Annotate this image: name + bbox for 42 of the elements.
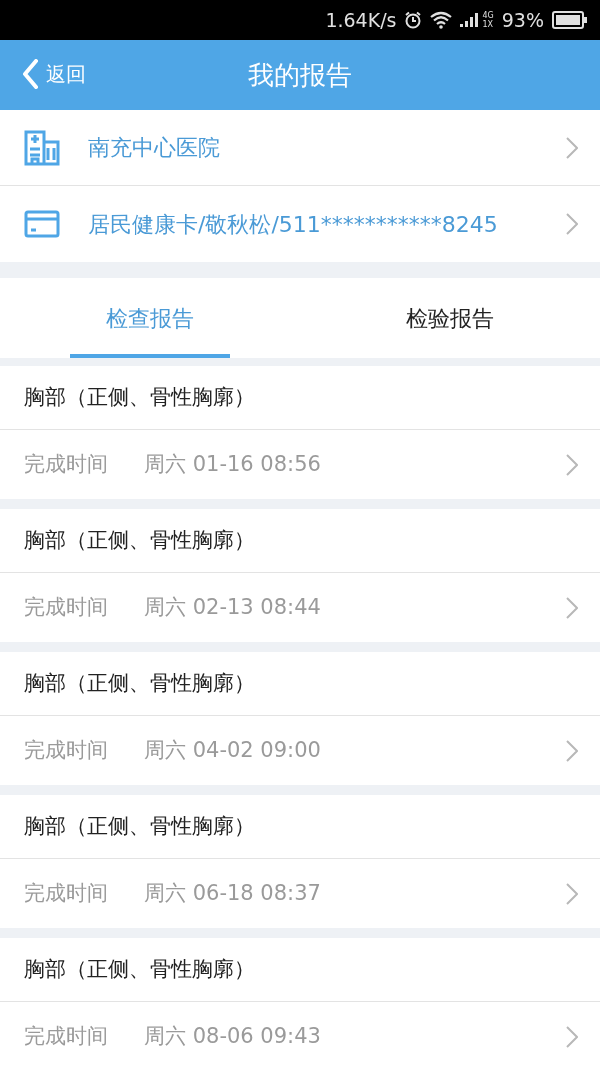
report-card[interactable]: 胸部（正侧、骨性胸廓） 完成时间 周六 08-06 09:43 — [0, 938, 600, 1067]
page-title: 我的报告 — [248, 58, 352, 92]
network-speed: 1.64K/s — [325, 7, 397, 33]
network-type: 4G — [482, 11, 494, 20]
chevron-right-icon — [566, 882, 578, 905]
chevron-right-icon — [566, 739, 578, 762]
battery-percent: 93% — [501, 7, 544, 33]
signal-icon — [460, 11, 481, 29]
hospital-icon — [24, 129, 60, 166]
chevron-right-icon — [566, 136, 578, 159]
chevron-right-icon — [566, 1025, 578, 1048]
completion-time: 周六 04-02 09:00 — [144, 736, 322, 764]
report-title: 胸部（正侧、骨性胸廓） — [24, 812, 255, 840]
completion-time: 周六 08-06 09:43 — [144, 1022, 322, 1050]
report-title: 胸部（正侧、骨性胸廓） — [24, 669, 255, 697]
report-title: 胸部（正侧、骨性胸廓） — [24, 526, 255, 554]
chevron-right-icon — [566, 596, 578, 619]
completion-time: 周六 02-13 08:44 — [144, 593, 322, 621]
time-label: 完成时间 — [24, 736, 109, 764]
battery-icon — [552, 11, 588, 29]
card-icon — [24, 210, 60, 238]
report-card[interactable]: 胸部（正侧、骨性胸廓） 完成时间 周六 04-02 09:00 — [0, 652, 600, 785]
back-icon — [22, 59, 38, 89]
report-tab[interactable]: 检验报告 — [300, 278, 600, 358]
report-title: 胸部（正侧、骨性胸廓） — [24, 955, 255, 983]
time-label: 完成时间 — [24, 879, 109, 907]
chevron-right-icon — [566, 213, 578, 235]
chevron-right-icon — [566, 453, 578, 476]
time-label: 完成时间 — [24, 593, 109, 621]
info-label: 南充中心医院 — [88, 134, 221, 162]
completion-time: 周六 01-16 08:56 — [144, 450, 322, 478]
report-title: 胸部（正侧、骨性胸廓） — [24, 383, 255, 411]
report-card[interactable]: 胸部（正侧、骨性胸廓） 完成时间 周六 02-13 08:44 — [0, 509, 600, 642]
time-label: 完成时间 — [24, 450, 109, 478]
time-label: 完成时间 — [24, 1022, 109, 1050]
report-card[interactable]: 胸部（正侧、骨性胸廓） 完成时间 周六 06-18 08:37 — [0, 795, 600, 928]
completion-time: 周六 06-18 08:37 — [144, 879, 322, 907]
alarm-icon — [404, 11, 423, 29]
wifi-icon — [430, 11, 453, 29]
report-card[interactable]: 胸部（正侧、骨性胸廓） 完成时间 周六 01-16 08:56 — [0, 366, 600, 499]
network-type: 1X — [482, 20, 494, 29]
info-label: 居民健康卡/敬秋松/511***********8245 — [88, 210, 499, 239]
